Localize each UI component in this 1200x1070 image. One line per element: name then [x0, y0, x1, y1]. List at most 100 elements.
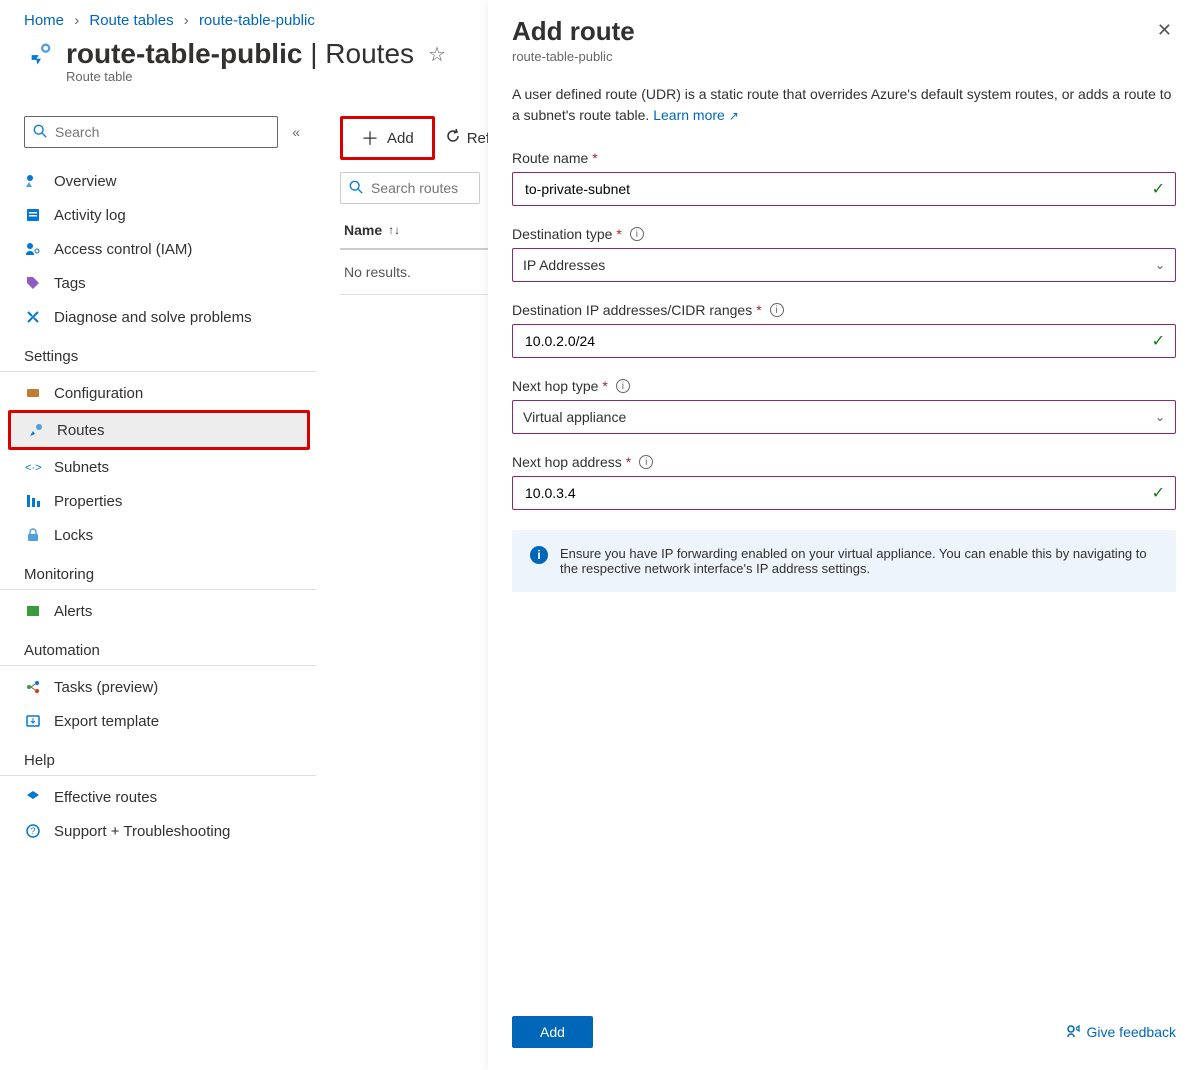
sidebar-item-label: Properties [54, 493, 122, 510]
plus-icon: ＋ [361, 125, 379, 151]
diagnose-icon [24, 308, 42, 326]
support-icon: ? [24, 822, 42, 840]
breadcrumb-home[interactable]: Home [24, 12, 64, 29]
sidebar-item-effective-routes[interactable]: Effective routes [0, 780, 316, 814]
routes-icon [27, 421, 45, 439]
route-name-label: Route name * [512, 150, 1176, 166]
sidebar-item-overview[interactable]: Overview [0, 164, 316, 198]
sidebar-item-label: Support + Troubleshooting [54, 823, 230, 840]
sidebar-item-tags[interactable]: Tags [0, 266, 316, 300]
learn-more-link[interactable]: Learn more ↗ [653, 107, 739, 123]
access-control-icon [24, 240, 42, 258]
sidebar-item-label: Export template [54, 713, 159, 730]
sidebar-item-export-template[interactable]: Export template [0, 704, 316, 738]
alerts-icon [24, 602, 42, 620]
valid-check-icon: ✓ [1152, 331, 1165, 351]
sidebar-nav: Overview Activity log Access control (IA… [0, 164, 316, 848]
info-text: Ensure you have IP forwarding enabled on… [560, 546, 1158, 576]
sidebar-section-help: Help [0, 738, 316, 776]
ip-forwarding-info: i Ensure you have IP forwarding enabled … [512, 530, 1176, 592]
destination-ip-label: Destination IP addresses/CIDR ranges * i [512, 302, 1176, 318]
next-hop-address-field[interactable]: ✓ [512, 476, 1176, 510]
chevron-right-icon: › [74, 12, 79, 29]
sidebar-section-settings: Settings [0, 334, 316, 372]
refresh-icon [445, 128, 461, 148]
panel-title: Add route [512, 16, 1153, 47]
sidebar-item-support[interactable]: ? Support + Troubleshooting [0, 814, 316, 848]
subnets-icon: <·> [24, 458, 42, 476]
collapse-sidebar-icon[interactable]: « [288, 120, 304, 144]
sidebar-item-label: Configuration [54, 385, 143, 402]
sidebar-item-label: Alerts [54, 603, 92, 620]
sidebar-section-monitoring: Monitoring [0, 552, 316, 590]
give-feedback-link[interactable]: Give feedback [1065, 1023, 1177, 1042]
info-icon[interactable]: i [639, 455, 653, 469]
tags-icon [24, 274, 42, 292]
panel-description: A user defined route (UDR) is a static r… [512, 84, 1176, 126]
close-panel-icon[interactable]: ✕ [1153, 16, 1176, 45]
favorite-star-icon[interactable]: ☆ [428, 42, 446, 67]
next-hop-address-label: Next hop address * i [512, 454, 1176, 470]
sidebar-item-diagnose[interactable]: Diagnose and solve problems [0, 300, 316, 334]
info-icon[interactable]: i [630, 227, 644, 241]
refresh-button[interactable]: Ref [445, 128, 490, 148]
route-name-field[interactable]: ✓ [512, 172, 1176, 206]
sidebar-item-properties[interactable]: Properties [0, 484, 316, 518]
sidebar-item-label: Diagnose and solve problems [54, 309, 252, 326]
sidebar-item-label: Overview [54, 173, 117, 190]
chevron-down-icon: ⌄ [1155, 258, 1165, 272]
destination-ip-input[interactable] [523, 332, 1152, 350]
search-icon [349, 180, 363, 197]
valid-check-icon: ✓ [1152, 483, 1165, 503]
effective-routes-icon [24, 788, 42, 806]
refresh-label: Ref [467, 130, 490, 147]
add-route-button[interactable]: ＋ Add [345, 121, 430, 155]
route-name-input[interactable] [523, 180, 1152, 198]
info-icon[interactable]: i [770, 303, 784, 317]
sidebar-item-label: Routes [57, 422, 105, 439]
sidebar-item-configuration[interactable]: Configuration [0, 376, 316, 410]
next-hop-address-input[interactable] [523, 484, 1152, 502]
destination-type-select[interactable]: IP Addresses ⌄ [512, 248, 1176, 282]
sidebar-search[interactable] [24, 116, 278, 148]
activity-log-icon [24, 206, 42, 224]
next-hop-type-select[interactable]: Virtual appliance ⌄ [512, 400, 1176, 434]
valid-check-icon: ✓ [1152, 179, 1165, 199]
sidebar-item-subnets[interactable]: <·> Subnets [0, 450, 316, 484]
lock-icon [24, 526, 42, 544]
breadcrumb-current[interactable]: route-table-public [199, 12, 315, 29]
sidebar-item-alerts[interactable]: Alerts [0, 594, 316, 628]
sidebar-item-tasks[interactable]: Tasks (preview) [0, 670, 316, 704]
tasks-icon [24, 678, 42, 696]
route-table-icon [24, 37, 58, 71]
breadcrumb-route-tables[interactable]: Route tables [89, 12, 173, 29]
routes-search[interactable] [340, 172, 480, 204]
sidebar-search-input[interactable] [53, 123, 269, 141]
sidebar-item-label: Effective routes [54, 789, 157, 806]
destination-type-value: IP Addresses [523, 257, 605, 273]
overview-icon [24, 172, 42, 190]
destination-ip-field[interactable]: ✓ [512, 324, 1176, 358]
svg-text:?: ? [31, 826, 36, 836]
info-icon[interactable]: i [616, 379, 630, 393]
sidebar-item-label: Tags [54, 275, 86, 292]
page-title: route-table-public | Routes [66, 38, 414, 70]
add-submit-button[interactable]: Add [512, 1016, 593, 1048]
sidebar-item-label: Access control (IAM) [54, 241, 192, 258]
sidebar-item-locks[interactable]: Locks [0, 518, 316, 552]
sidebar-item-label: Locks [54, 527, 93, 544]
chevron-down-icon: ⌄ [1155, 410, 1165, 424]
sidebar-item-label: Subnets [54, 459, 109, 476]
sidebar-item-access-control[interactable]: Access control (IAM) [0, 232, 316, 266]
destination-type-label: Destination type * i [512, 226, 1176, 242]
configuration-icon [24, 384, 42, 402]
sidebar-item-label: Tasks (preview) [54, 679, 158, 696]
add-button-label: Add [387, 130, 414, 147]
sidebar-item-routes[interactable]: Routes [11, 413, 307, 447]
properties-icon [24, 492, 42, 510]
info-badge-icon: i [530, 546, 548, 564]
sort-icon: ↑↓ [388, 223, 400, 237]
add-route-panel: Add route route-table-public ✕ A user de… [488, 0, 1200, 1070]
sidebar-item-activity-log[interactable]: Activity log [0, 198, 316, 232]
sidebar-section-automation: Automation [0, 628, 316, 666]
